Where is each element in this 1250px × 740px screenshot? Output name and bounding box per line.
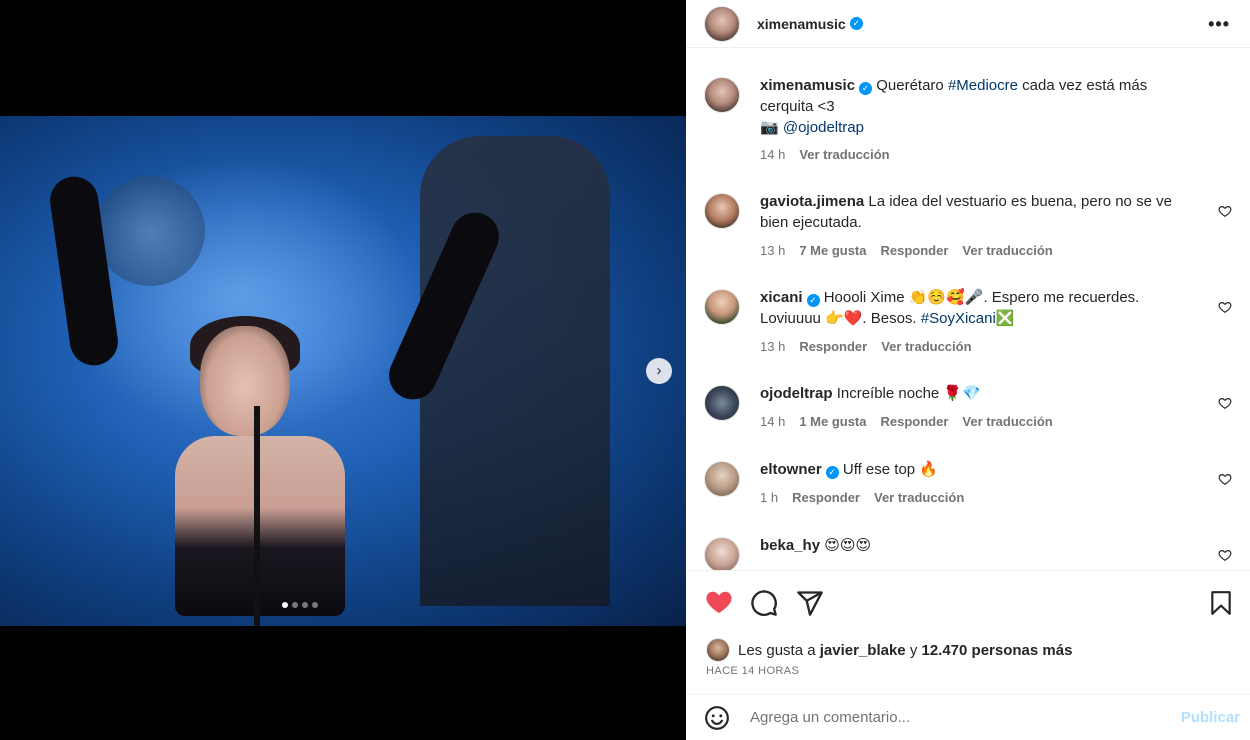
instagram-post-viewer: › ximenamusic ✓ ••• ximenamusic✓ Querét bbox=[0, 0, 1250, 740]
likes-count[interactable]: 12.470 personas más bbox=[921, 642, 1072, 659]
comments-list[interactable]: ximenamusic ✓ Querétaro #Mediocre cada ve… bbox=[686, 59, 1250, 571]
reply-button[interactable]: Responder bbox=[881, 240, 949, 261]
caption-time: 14 h bbox=[760, 147, 786, 162]
reply-button[interactable]: Responder bbox=[799, 336, 867, 357]
translate-link[interactable]: Ver traducción bbox=[881, 336, 971, 357]
post-header: ximenamusic ✓ ••• bbox=[686, 0, 1250, 48]
commenter-avatar[interactable] bbox=[704, 461, 740, 497]
microphone-stand bbox=[254, 406, 260, 626]
comment-username[interactable]: ojodeltrap bbox=[760, 385, 833, 402]
verified-badge-icon: ✓ bbox=[849, 17, 863, 30]
more-options-button[interactable]: ••• bbox=[1208, 14, 1230, 35]
carousel-dot bbox=[312, 602, 318, 608]
singer-head bbox=[200, 326, 290, 436]
verified-badge-icon: ✓ bbox=[806, 294, 820, 307]
comment-item: eltowner ✓ Uff ese top 🔥 1 h Responder Ve… bbox=[704, 459, 1234, 508]
comment-time: 13 h bbox=[760, 243, 786, 258]
share-icon[interactable] bbox=[796, 589, 824, 617]
comment-item: xicani ✓ Hoooli Xime 👏☺️🥰🎤. Espero me rec… bbox=[704, 287, 1234, 357]
comment-text: 😍😍😍 bbox=[824, 537, 872, 554]
background-musician bbox=[420, 136, 610, 606]
carousel-dot bbox=[302, 602, 308, 608]
next-slide-button[interactable]: › bbox=[646, 358, 672, 384]
cross-mark-icon: ❎ bbox=[995, 310, 1015, 327]
more-icon: ••• bbox=[1208, 14, 1230, 34]
comment-item: gaviota.jimena La idea del vestuario es … bbox=[704, 191, 1234, 261]
comment-time: 13 h bbox=[760, 339, 786, 354]
add-comment-bar: Publicar bbox=[686, 694, 1250, 740]
commenter-avatar[interactable] bbox=[704, 193, 740, 229]
comment-time: 14 h bbox=[760, 414, 786, 429]
media-panel: › bbox=[0, 0, 686, 740]
carousel-indicator bbox=[282, 602, 318, 608]
caption-translate-link[interactable]: Ver traducción bbox=[799, 144, 889, 165]
comment-text: Increíble noche 🌹💎 bbox=[836, 385, 981, 402]
singer-body bbox=[175, 436, 345, 616]
liker-username[interactable]: javier_blake bbox=[820, 642, 906, 659]
likes-prefix: Les gusta a bbox=[738, 641, 816, 659]
comment-icon[interactable] bbox=[750, 589, 778, 617]
caption-mention[interactable]: @ojodeltrap bbox=[783, 119, 864, 136]
liker-avatar[interactable] bbox=[706, 638, 730, 662]
comment-input[interactable] bbox=[750, 709, 1170, 726]
author-avatar[interactable] bbox=[704, 77, 740, 113]
verified-badge-icon: ✓ bbox=[825, 466, 839, 479]
commenter-avatar[interactable] bbox=[704, 385, 740, 421]
commenter-avatar[interactable] bbox=[704, 537, 740, 570]
trumpet bbox=[95, 176, 205, 286]
post-photo bbox=[0, 116, 686, 626]
comment-username[interactable]: gaviota.jimena bbox=[760, 193, 864, 210]
emoji-icon[interactable] bbox=[704, 705, 730, 731]
like-comment-heart-icon[interactable] bbox=[1218, 472, 1232, 486]
comment-hashtag[interactable]: #SoyXicani bbox=[921, 310, 996, 327]
like-comment-heart-icon[interactable] bbox=[1218, 396, 1232, 410]
carousel-dot-active bbox=[282, 602, 288, 608]
post-side-panel: ximenamusic ✓ ••• ximenamusic ✓ Querétaro… bbox=[686, 0, 1250, 740]
comment-username[interactable]: xicani bbox=[760, 289, 803, 306]
camera-icon: 📷 bbox=[760, 119, 779, 136]
translate-link[interactable]: Ver traducción bbox=[962, 411, 1052, 432]
author-username[interactable]: ximenamusic bbox=[757, 16, 846, 32]
comment-item: beka_hy 😍😍😍 bbox=[704, 535, 1234, 570]
chevron-right-icon: › bbox=[656, 362, 662, 379]
carousel-dot bbox=[292, 602, 298, 608]
bookmark-icon[interactable] bbox=[1208, 589, 1234, 617]
comment-likes[interactable]: 7 Me gusta bbox=[799, 240, 866, 261]
caption-hashtag[interactable]: #Mediocre bbox=[948, 77, 1018, 94]
like-comment-heart-icon[interactable] bbox=[1218, 300, 1232, 314]
post-timestamp[interactable]: HACE 14 HORAS bbox=[706, 665, 799, 677]
caption-username[interactable]: ximenamusic bbox=[760, 77, 855, 94]
action-bar bbox=[704, 586, 1234, 620]
comment-item: ojodeltrap Increíble noche 🌹💎 14 h 1 Me … bbox=[704, 383, 1234, 432]
caption: ximenamusic ✓ Querétaro #Mediocre cada ve… bbox=[704, 75, 1234, 165]
caption-text: Querétaro bbox=[876, 77, 948, 94]
reply-button[interactable]: Responder bbox=[881, 411, 949, 432]
author-avatar[interactable] bbox=[704, 5, 740, 42]
comment-time: 1 h bbox=[760, 490, 779, 505]
comment-username[interactable]: eltowner bbox=[760, 461, 822, 478]
likes-summary: Les gusta a javier_blake y 12.470 person… bbox=[706, 638, 1072, 662]
heart-icon[interactable] bbox=[704, 588, 734, 616]
publish-button[interactable]: Publicar bbox=[1181, 709, 1240, 726]
like-comment-heart-icon[interactable] bbox=[1218, 204, 1232, 218]
reply-button[interactable]: Responder bbox=[792, 487, 860, 508]
translate-link[interactable]: Ver traducción bbox=[962, 240, 1052, 261]
comment-likes[interactable]: 1 Me gusta bbox=[799, 411, 866, 432]
translate-link[interactable]: Ver traducción bbox=[874, 487, 964, 508]
likes-conjunction: y bbox=[909, 641, 918, 659]
comment-username[interactable]: beka_hy bbox=[760, 537, 820, 554]
verified-badge-icon: ✓ bbox=[859, 82, 873, 95]
like-comment-heart-icon[interactable] bbox=[1218, 548, 1232, 562]
comment-text: Uff ese top 🔥 bbox=[842, 461, 938, 478]
commenter-avatar[interactable] bbox=[704, 289, 740, 325]
